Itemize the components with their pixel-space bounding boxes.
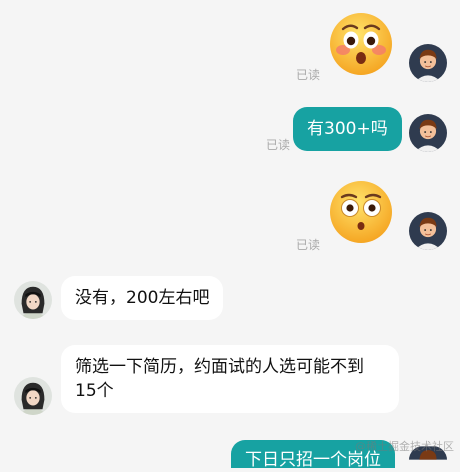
read-status: 已读	[296, 68, 321, 82]
contact-avatar[interactable]	[14, 281, 52, 319]
message-emoji-surprised[interactable]	[329, 12, 393, 76]
flushed-emoji-icon	[330, 181, 392, 243]
my-avatar[interactable]	[409, 44, 447, 82]
girl-avatar-icon	[14, 377, 52, 415]
girl-avatar-icon	[14, 281, 52, 319]
watermark: @稀土掘金技术社区	[355, 440, 454, 453]
man-avatar-icon	[409, 212, 447, 250]
man-avatar-icon	[409, 114, 447, 152]
contact-avatar[interactable]	[14, 377, 52, 415]
read-status: 已读	[296, 238, 321, 252]
message-bubble-incoming[interactable]: 筛选一下简历，约面试的人选可能不到15个	[61, 345, 399, 413]
read-status: 已读	[266, 138, 291, 152]
my-avatar[interactable]	[409, 114, 447, 152]
message-bubble-outgoing[interactable]: 有300+吗	[293, 107, 402, 151]
my-avatar[interactable]	[409, 212, 447, 250]
message-emoji-flushed[interactable]	[329, 180, 393, 244]
man-avatar-icon	[409, 44, 447, 82]
surprised-emoji-icon	[330, 13, 392, 75]
message-bubble-incoming[interactable]: 没有，200左右吧	[61, 276, 224, 320]
